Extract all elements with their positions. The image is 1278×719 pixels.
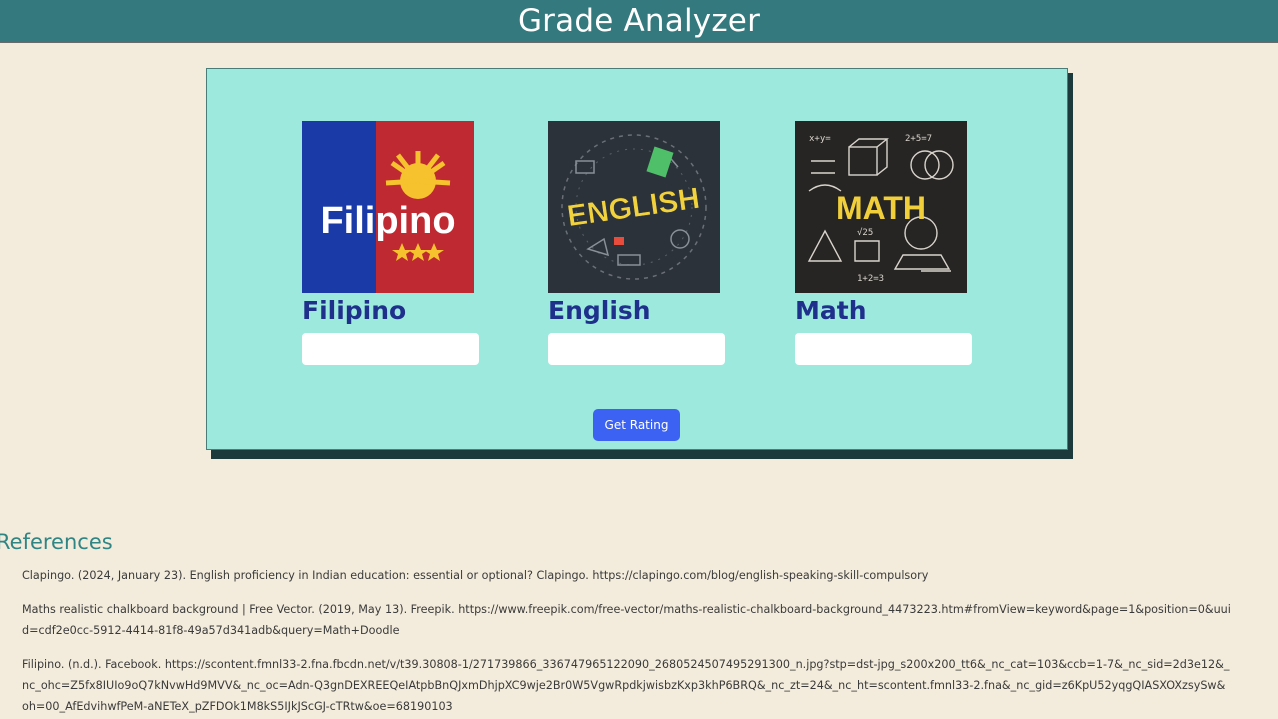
get-rating-button[interactable]: Get Rating (593, 409, 680, 441)
math-image-text: MATH (836, 190, 926, 226)
grade-form-card: Filipino Filipino ENGLISH English x+y= 2… (206, 68, 1068, 450)
subject-label-math: Math (795, 296, 867, 325)
reference-item: Maths realistic chalkboard background | … (22, 603, 1231, 637)
subject-english: ENGLISH English (548, 121, 728, 365)
filipino-grade-input[interactable] (302, 333, 479, 365)
reference-item: Filipino. (n.d.). Facebook. https://scon… (22, 658, 1230, 713)
math-grade-input[interactable] (795, 333, 972, 365)
english-doodle-image: ENGLISH (548, 121, 720, 293)
filipino-image-text: Filipino (320, 200, 455, 242)
subject-math: x+y= 2+5=7 √25 1+2=3 MATH Math (795, 121, 975, 365)
page-title: Grade Analyzer (517, 3, 761, 39)
svg-text:x+y=: x+y= (809, 134, 831, 144)
svg-text:1+2=3: 1+2=3 (857, 274, 884, 284)
svg-text:√25: √25 (857, 227, 873, 238)
reference-item: Clapingo. (2024, January 23). English pr… (22, 569, 929, 582)
svg-text:2+5=7: 2+5=7 (905, 134, 932, 144)
subject-filipino: Filipino Filipino (302, 121, 482, 365)
references-heading: References (0, 530, 113, 554)
subject-label-filipino: Filipino (302, 296, 407, 325)
subject-label-english: English (548, 296, 651, 325)
math-chalkboard-image: x+y= 2+5=7 √25 1+2=3 MATH (795, 121, 967, 293)
english-grade-input[interactable] (548, 333, 725, 365)
filipino-flag-image: Filipino (302, 121, 474, 293)
app-header: Grade Analyzer (0, 0, 1278, 43)
